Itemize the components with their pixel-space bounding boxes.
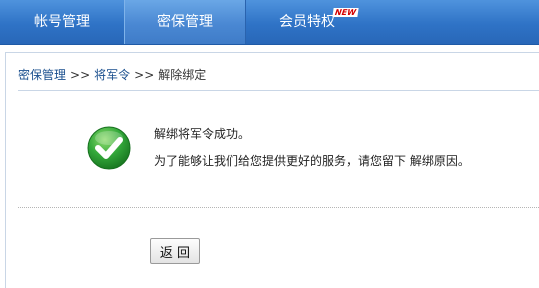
breadcrumb-separator: >>	[70, 68, 91, 82]
feedback-prompt: 为了能够让我们给您提供更好的服务，请您留下 解绑原因。	[154, 154, 470, 168]
success-check-icon	[87, 126, 131, 170]
breadcrumb-separator: >>	[134, 68, 155, 82]
tab-security-management[interactable]: 密保管理	[124, 0, 246, 44]
success-message: 解绑将军令成功。	[154, 127, 251, 141]
breadcrumb-link-token[interactable]: 将军令	[94, 68, 130, 82]
back-button[interactable]: 返 回	[150, 238, 200, 264]
content-divider	[18, 207, 539, 208]
new-badge: NEW	[332, 8, 359, 17]
tab-member-privileges[interactable]: 会员特权	[246, 0, 368, 44]
breadcrumb-current: 解除绑定	[158, 68, 207, 82]
tab-account-management[interactable]: 帐号管理	[0, 0, 124, 44]
breadcrumb: 密保管理 >> 将军令 >> 解除绑定	[18, 66, 206, 84]
content-frame	[5, 52, 539, 288]
breadcrumb-divider	[18, 90, 539, 91]
breadcrumb-link-security[interactable]: 密保管理	[18, 68, 66, 82]
top-navigation-bar: 帐号管理 密保管理 会员特权 NEW	[0, 0, 539, 45]
